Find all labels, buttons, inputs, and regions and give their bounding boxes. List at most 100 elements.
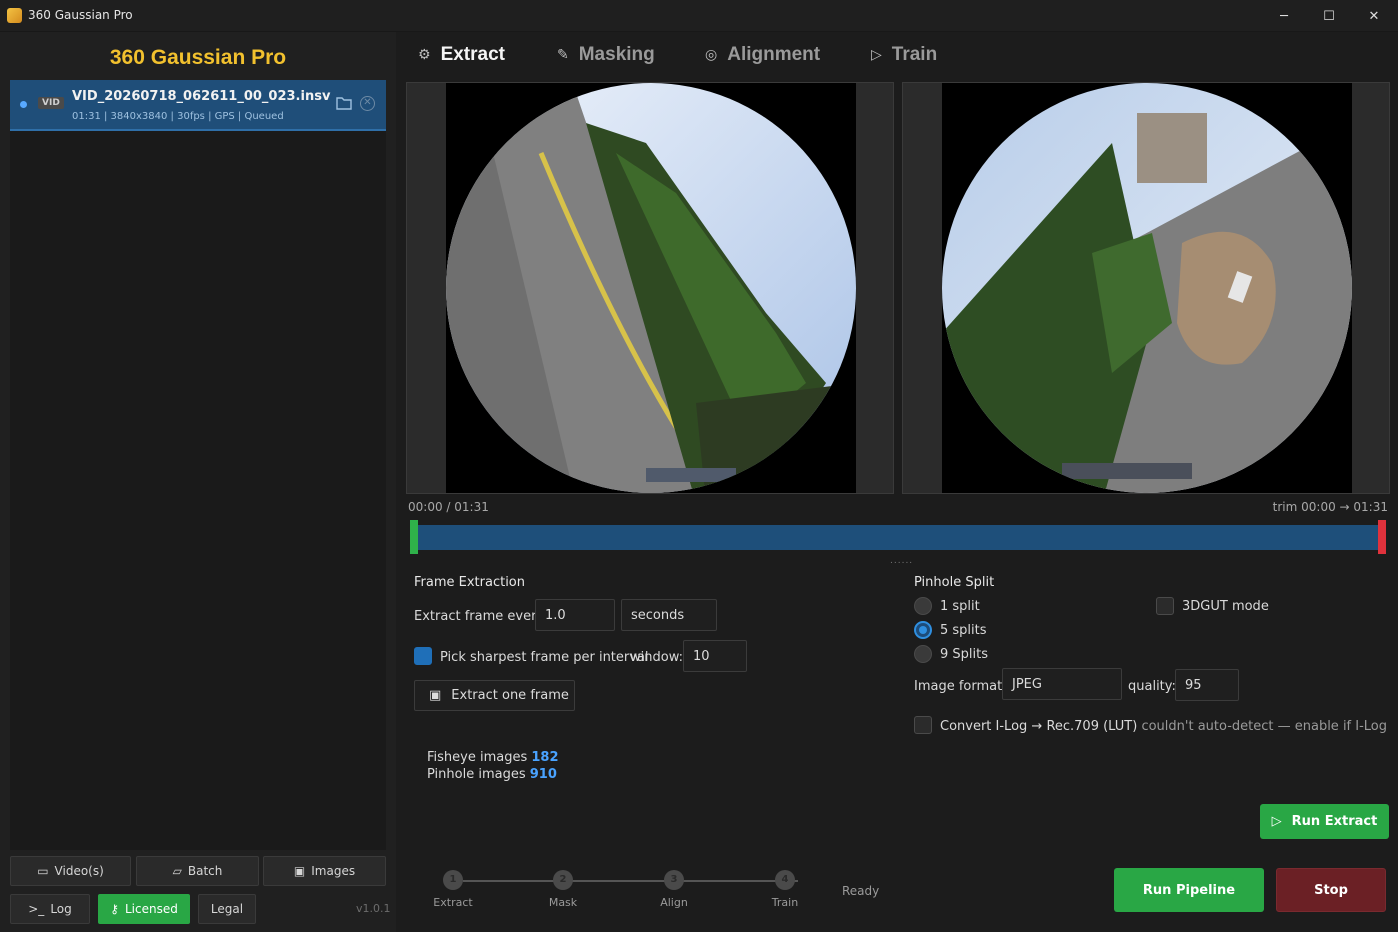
remove-file-icon[interactable]: ✕ [360,96,375,111]
stepper-line [463,880,798,882]
step-extract: 1 Extract [423,866,483,909]
split-9-radio[interactable] [914,645,932,663]
trim-start-handle[interactable] [410,520,418,554]
tab-masking[interactable]: ✎ Masking [557,42,655,68]
video-camera-icon: ▭ [37,864,49,878]
minimize-button[interactable]: ─ [1262,0,1306,32]
terminal-icon: >_ [28,902,45,916]
tab-alignment-label: Alignment [727,44,821,65]
step-train-number: 4 [775,870,795,890]
step-extract-label: Extract [433,896,473,909]
ilog-convert-checkbox[interactable] [914,716,932,734]
pick-sharpest-checkbox[interactable] [414,647,432,665]
pipeline-stepper: 1 Extract 2 Mask 3 Align 4 Train [420,866,820,916]
image-icon: ▣ [293,864,306,878]
split-5-radio[interactable] [914,621,932,639]
playback-time: 00:00 / 01:31 [408,500,489,514]
sidebar: 360 Gaussian Pro VID VID_20260718_062611… [0,32,396,932]
file-list[interactable]: VID VID_20260718_062611_00_023.insv 01:3… [10,80,386,850]
trim-range: trim 00:00 → 01:31 [1272,500,1388,514]
stop-button[interactable]: Stop [1276,868,1386,912]
batch-label: Batch [187,864,223,878]
images-button[interactable]: ▣ Images [263,856,386,886]
file-name: VID_20260718_062611_00_023.insv [72,89,331,104]
image-format-label: Image format: [914,679,1007,694]
log-label: Log [50,902,72,916]
extract-every-label: Extract frame every: [414,609,548,624]
images-label: Images [311,864,356,878]
split-1-radio[interactable] [914,597,932,615]
ilog-hint: couldn't auto-detect — enable if I-Log [1141,719,1388,734]
step-extract-number: 1 [443,870,463,890]
pipeline-status: Ready [842,884,880,898]
folder-icon: ▱ [172,864,182,878]
image-icon: ▣ [429,688,442,703]
run-pipeline-button[interactable]: Run Pipeline [1114,868,1264,912]
tab-extract-label: Extract [440,44,505,65]
run-extract-button[interactable]: ▷ Run Extract [1260,804,1389,839]
step-train-label: Train [771,896,799,909]
add-videos-button[interactable]: ▭ Video(s) [10,856,131,886]
frame-extraction-title: Frame Extraction [414,575,526,590]
image-format-select[interactable]: JPEG [1002,668,1122,700]
extract-every-input[interactable]: 1.0 [535,599,615,631]
log-button[interactable]: >_ Log [10,894,90,924]
file-type-badge: VID [38,97,64,109]
split-5-label: 5 splits [940,623,987,638]
tab-alignment[interactable]: ◎ Alignment [705,42,820,68]
step-align: 3 Align [644,866,704,909]
timeline-slider[interactable] [410,520,1386,554]
step-train: 4 Train [755,866,815,909]
tab-train[interactable]: ▷ Train [871,42,937,68]
pinhole-count-value: 910 [529,767,557,782]
brand-title: 360 Gaussian Pro [109,46,287,69]
splitter-grip-icon[interactable]: ...... [890,556,913,566]
close-window-button[interactable]: ✕ [1352,0,1396,32]
fisheye-count-value: 182 [531,750,559,765]
key-icon: ⚷ [110,902,119,916]
play-icon: ▷ [1271,814,1282,829]
maximize-button[interactable]: ☐ [1307,0,1351,32]
window-input[interactable]: 10 [683,640,747,672]
licensed-label: Licensed [124,902,178,916]
run-extract-label: Run Extract [1291,814,1378,829]
tab-train-label: Train [891,44,938,65]
pick-sharpest-label: Pick sharpest frame per interval [440,650,649,665]
file-item[interactable]: VID VID_20260718_062611_00_023.insv 01:3… [10,80,386,131]
3dgut-mode-checkbox[interactable] [1156,597,1174,615]
fisheye-preview-right [902,82,1390,494]
version-label: v1.0.1 [356,902,391,915]
quality-label: quality: [1128,679,1176,694]
trim-end-handle[interactable] [1378,520,1386,554]
interval-unit-select[interactable]: seconds [621,599,717,631]
legal-button[interactable]: Legal [198,894,256,924]
batch-button[interactable]: ▱ Batch [136,856,259,886]
status-dot-icon [20,101,27,108]
fisheye-image-left [446,83,856,493]
title-bar: 360 Gaussian Pro ─ ☐ ✕ [0,0,1398,32]
pinhole-count-stat: Pinhole images 910 [427,767,557,782]
open-folder-icon[interactable] [336,96,352,110]
ilog-convert-line: Convert I-Log → Rec.709 (LUT) couldn't a… [940,719,1387,734]
pinhole-count-label: Pinhole images [427,767,526,782]
gear-icon: ⚙ [418,47,431,63]
fisheye-count-stat: Fisheye images 182 [427,750,559,765]
tab-masking-label: Masking [578,44,655,65]
timeline-track[interactable] [410,525,1386,550]
tab-extract[interactable]: ⚙ Extract [418,42,505,68]
extract-one-frame-button[interactable]: ▣ Extract one frame [414,680,575,711]
quality-input[interactable]: 95 [1175,669,1239,701]
window-label: window: [630,650,683,665]
target-icon: ◎ [705,47,718,63]
split-9-label: 9 Splits [940,647,989,662]
licensed-button[interactable]: ⚷ Licensed [98,894,190,924]
step-mask-number: 2 [553,870,573,890]
pinhole-split-title: Pinhole Split [914,575,995,590]
step-align-number: 3 [664,870,684,890]
app-logo-icon [7,8,22,23]
fisheye-image-right [942,83,1352,493]
add-videos-label: Video(s) [54,864,104,878]
brush-icon: ✎ [557,47,569,63]
window-title: 360 Gaussian Pro [28,8,133,22]
extract-one-frame-label: Extract one frame [451,688,569,703]
